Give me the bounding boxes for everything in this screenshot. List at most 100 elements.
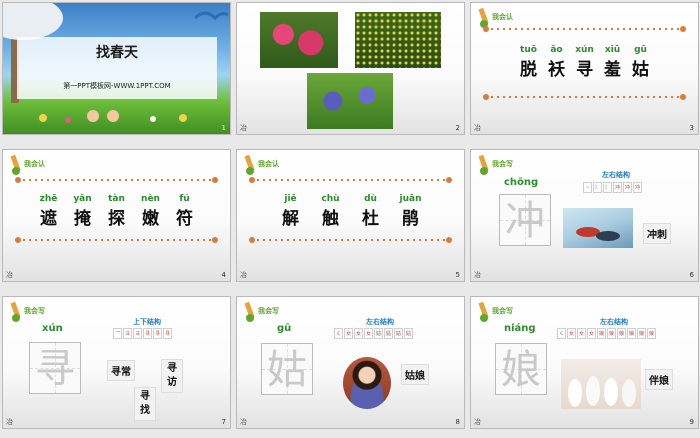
- badge-label: 我会写: [258, 307, 279, 315]
- grid-character: 寻: [35, 346, 75, 392]
- speed-skating-photo: [563, 208, 633, 248]
- pinyin: zhē: [39, 194, 58, 204]
- slide-note: 冶: [474, 124, 481, 132]
- hanzi: 杜: [362, 209, 379, 229]
- slide-thumbnail-6[interactable]: 我会写 chōng 冲 左右结构 丶冫冫冲冲冲 冲刺 冶 6: [470, 149, 699, 282]
- dotted-divider: [249, 237, 452, 243]
- pinyin: gū: [634, 45, 647, 55]
- hanzi: 探: [108, 209, 125, 229]
- slide-number: 9: [689, 418, 694, 426]
- hanzi: 遮: [40, 209, 57, 229]
- bird-icon: [193, 11, 229, 21]
- vocabulary-word: 寻访: [161, 359, 183, 393]
- pinyin: gū: [277, 323, 292, 334]
- pinyin: chōng: [504, 177, 539, 188]
- hanzi: 羞: [604, 60, 621, 80]
- slide-thumbnail-3[interactable]: 我会认 tuō 脱 ǎo 袄 xún 寻 xiū 羞 gū 姑 冶 3: [470, 2, 699, 135]
- stroke-order: く女女女娘娘娘娘娘娘: [557, 328, 656, 339]
- structure-label: 左右结构: [602, 171, 630, 179]
- slide-note: 冶: [6, 418, 13, 426]
- grid-character: 娘: [501, 347, 541, 393]
- pinyin: dù: [364, 194, 377, 204]
- pencil-icon: [10, 301, 21, 322]
- pinyin: yǎn: [73, 194, 92, 204]
- vocabulary-word: 寻找: [134, 387, 156, 421]
- writing-grid: 娘: [495, 343, 547, 395]
- badge: 我会写: [242, 300, 302, 324]
- slide-thumbnail-2[interactable]: 冶 2: [236, 2, 465, 135]
- pinyin: jiě: [284, 194, 297, 204]
- pencil-icon: [244, 154, 255, 175]
- pinyin: xún: [575, 45, 594, 55]
- slide-note: 冶: [240, 124, 247, 132]
- pencil-icon: [244, 301, 255, 322]
- badge: 我会认: [242, 153, 302, 177]
- pinyin: juān: [399, 194, 422, 204]
- slide-thumbnail-7[interactable]: 我会写 xún 寻 上下结构 乛ヨヨ寻寻寻 寻常 寻访 寻找 冶 7: [2, 296, 231, 429]
- vocabulary-word: 冲刺: [643, 223, 671, 244]
- slide-number: 1: [221, 124, 226, 132]
- slide-note: 冶: [240, 271, 247, 279]
- dotted-divider: [15, 177, 218, 183]
- slide-note: 冶: [474, 271, 481, 279]
- stroke-order: 乛ヨヨ寻寻寻: [113, 328, 172, 339]
- slide-number: 3: [689, 124, 694, 132]
- slide-number: 8: [455, 418, 460, 426]
- badge-label: 我会写: [492, 160, 513, 168]
- iris-photo: [307, 73, 393, 129]
- stroke-order: 丶冫冫冲冲冲: [583, 182, 642, 193]
- grid-character: 姑: [267, 347, 307, 393]
- dotted-divider: [249, 177, 452, 183]
- slide-note: 冶: [6, 271, 13, 279]
- badge-label: 我会认: [24, 160, 45, 168]
- pinyin: tuō: [520, 45, 537, 55]
- writing-grid: 冲: [499, 194, 551, 246]
- structure-label: 上下结构: [133, 318, 161, 326]
- title-band: 找春天 第一PPT模板网-WWW.1PPT.COM: [17, 37, 217, 99]
- dotted-divider: [483, 26, 686, 32]
- bridesmaids-photo: [561, 359, 641, 409]
- vocabulary-word: 寻常: [107, 360, 135, 381]
- hanzi: 姑: [632, 60, 649, 80]
- yellow-flowers-photo: [355, 12, 441, 68]
- vocabulary-word: 姑娘: [401, 364, 429, 385]
- hanzi: 掩: [74, 209, 91, 229]
- pinyin: nèn: [141, 194, 160, 204]
- slide-number: 4: [221, 271, 226, 279]
- slide-thumbnail-1[interactable]: 找春天 第一PPT模板网-WWW.1PPT.COM 1: [2, 2, 231, 135]
- slide-number: 5: [455, 271, 460, 279]
- pinyin: xún: [42, 323, 63, 334]
- stroke-order: く女女女姑姑姑姑: [334, 328, 413, 339]
- pinyin: xiū: [604, 45, 621, 55]
- pinyin: tàn: [108, 194, 125, 204]
- slide-number: 7: [221, 418, 226, 426]
- slide-thumbnail-4[interactable]: 我会认 zhē 遮 yǎn 掩 tàn 探 nèn 嫩 fú 符 冶 4: [2, 149, 231, 282]
- pencil-icon: [478, 301, 489, 322]
- pinyin: ǎo: [550, 45, 563, 55]
- hanzi: 嫩: [142, 209, 159, 229]
- slide-thumbnail-9[interactable]: 我会写 niáng 娘 左右结构 く女女女娘娘娘娘娘娘 伴娘 冶 9: [470, 296, 699, 429]
- badge-label: 我会写: [24, 307, 45, 315]
- badge: 我会认: [8, 153, 68, 177]
- flowers-image: [39, 110, 187, 123]
- slide-thumbnail-8[interactable]: 我会写 gū 姑 左右结构 く女女女姑姑姑姑 姑娘 冶 8: [236, 296, 465, 429]
- badge: 我会写: [8, 300, 68, 324]
- pencil-icon: [10, 154, 21, 175]
- slide-thumbnail-5[interactable]: 我会认 jiě 解 chù 触 dù 杜 juān 鹃 冶 5: [236, 149, 465, 282]
- dotted-divider: [15, 237, 218, 243]
- hanzi: 触: [322, 209, 339, 229]
- pink-flowers-photo: [260, 12, 338, 68]
- slide-title: 找春天: [96, 45, 138, 61]
- slide-note: 冶: [240, 418, 247, 426]
- hanzi: 脱: [520, 60, 537, 80]
- pencil-icon: [478, 154, 489, 175]
- pinyin: chù: [321, 194, 340, 204]
- badge: 我会写: [476, 153, 536, 177]
- pinyin: niáng: [504, 323, 536, 334]
- hanzi: 鹃: [402, 209, 419, 229]
- writing-grid: 姑: [261, 343, 313, 395]
- badge: 我会写: [476, 300, 536, 324]
- writing-grid: 寻: [29, 342, 81, 394]
- badge-label: 我会认: [258, 160, 279, 168]
- grid-character: 冲: [505, 198, 545, 244]
